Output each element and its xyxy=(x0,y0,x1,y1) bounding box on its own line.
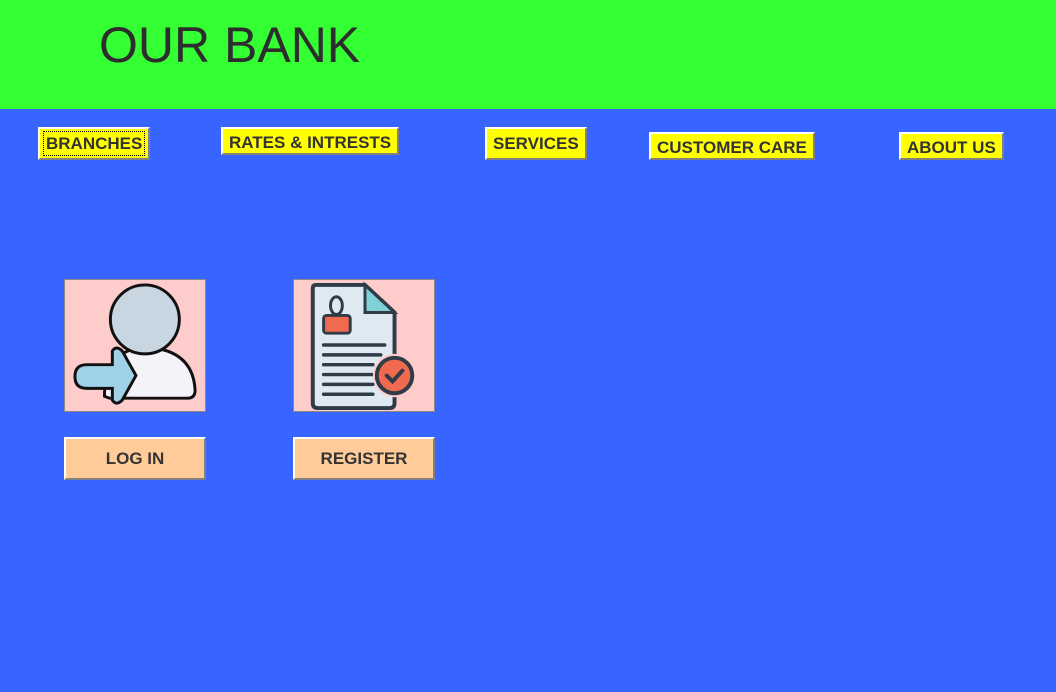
nav-about-us[interactable]: ABOUT US xyxy=(899,132,1004,160)
nav-services[interactable]: SERVICES xyxy=(485,127,587,160)
nav-customer-care[interactable]: CUSTOMER CARE xyxy=(649,132,815,160)
login-button[interactable]: LOG IN xyxy=(64,437,206,480)
registration-document-icon xyxy=(310,281,417,411)
user-login-icon xyxy=(73,283,197,405)
header-banner: OUR BANK xyxy=(0,0,1056,109)
nav-rates-interests[interactable]: RATES & INTRESTS xyxy=(221,127,400,155)
nav-label: ABOUT US xyxy=(907,138,996,157)
register-image[interactable] xyxy=(293,279,435,412)
bank-title: OUR BANK xyxy=(99,17,361,73)
register-button[interactable]: REGISTER xyxy=(293,437,435,480)
nav-label: CUSTOMER CARE xyxy=(657,138,807,157)
nav-branches[interactable]: BRANCHES xyxy=(38,127,151,160)
login-image[interactable] xyxy=(64,279,206,412)
nav-label: SERVICES xyxy=(493,134,579,153)
nav-label: RATES & INTRESTS xyxy=(229,133,392,152)
nav-label: BRANCHES xyxy=(42,131,146,156)
